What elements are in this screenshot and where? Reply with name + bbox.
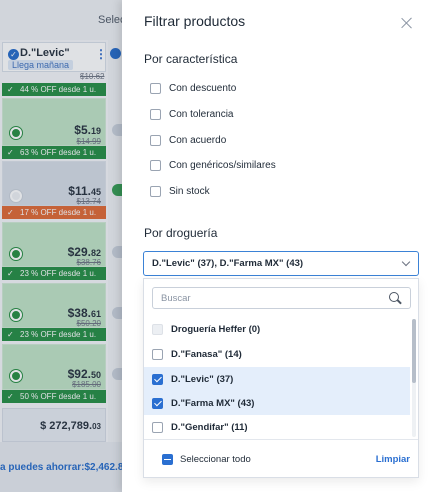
checkbox-label: Con descuento: [169, 82, 237, 94]
checkbox[interactable]: [152, 421, 163, 433]
option-farma-mx[interactable]: D."Farma MX" (43): [144, 391, 410, 415]
drugstore-select[interactable]: D."Levic" (37), D."Farma MX" (43): [143, 251, 419, 276]
search-input[interactable]: Buscar: [152, 287, 411, 309]
option-fanasa[interactable]: D."Fanasa" (14): [144, 342, 410, 366]
dropdown-footer: Seleccionar todo Limpiar: [144, 439, 418, 477]
filter-checkbox-con-tolerancia[interactable]: Con tolerancia: [150, 106, 233, 122]
filter-checkbox-con-descuento[interactable]: Con descuento: [150, 80, 236, 96]
panel-title: Filtrar productos: [144, 13, 246, 29]
checkbox[interactable]: [152, 348, 163, 360]
dropdown-scrollbar[interactable]: [412, 319, 416, 437]
clear-link[interactable]: Limpiar: [376, 454, 410, 465]
select-all-label[interactable]: Seleccionar todo: [180, 454, 251, 465]
checkbox: [152, 323, 163, 335]
checkbox-label: Con acuerdo: [169, 134, 227, 146]
option-label: D."Farma MX" (43): [171, 397, 255, 409]
select-value: D."Levic" (37), D."Farma MX" (43): [152, 258, 304, 269]
filter-panel: Filtrar productos Por característica Con…: [122, 0, 430, 492]
checkbox-label: Con genéricos/similares: [169, 159, 276, 171]
checkbox[interactable]: [150, 82, 161, 94]
filter-checkbox-con-acuerdo[interactable]: Con acuerdo: [150, 132, 226, 148]
option-label: D."Gendifar" (11): [171, 421, 248, 433]
section-title-characteristic: Por característica: [144, 52, 238, 66]
chevron-down-icon: [401, 257, 411, 267]
drugstore-dropdown: Buscar Droguería Heffer (0) D."Fanasa" (…: [143, 278, 419, 478]
search-icon[interactable]: [389, 292, 402, 305]
select-all-checkbox[interactable]: [162, 454, 173, 465]
checkbox[interactable]: [150, 134, 161, 146]
close-icon[interactable]: [400, 16, 414, 30]
filter-checkbox-genericos[interactable]: Con genéricos/similares: [150, 157, 276, 173]
option-label: D."Levic" (37): [171, 373, 234, 385]
option-label: Droguería Heffer (0): [171, 323, 261, 335]
checkbox[interactable]: [150, 159, 161, 171]
section-title-drugstore: Por droguería: [144, 226, 218, 240]
option-drogueria-heffer: Droguería Heffer (0): [144, 317, 410, 341]
search-placeholder: Buscar: [161, 293, 191, 304]
overlay-backdrop[interactable]: [0, 0, 122, 492]
checkbox-label: Sin stock: [169, 185, 210, 197]
option-levic[interactable]: D."Levic" (37): [144, 367, 410, 391]
filter-checkbox-sin-stock[interactable]: Sin stock: [150, 183, 210, 199]
checkbox-checked[interactable]: [152, 373, 163, 385]
checkbox-label: Con tolerancia: [169, 108, 234, 120]
checkbox-checked[interactable]: [152, 397, 163, 409]
option-label: D."Fanasa" (14): [171, 348, 242, 360]
checkbox[interactable]: [150, 108, 161, 120]
scroll-thumb[interactable]: [412, 319, 416, 383]
checkbox[interactable]: [150, 185, 161, 197]
option-gendifar[interactable]: D."Gendifar" (11): [144, 415, 410, 439]
